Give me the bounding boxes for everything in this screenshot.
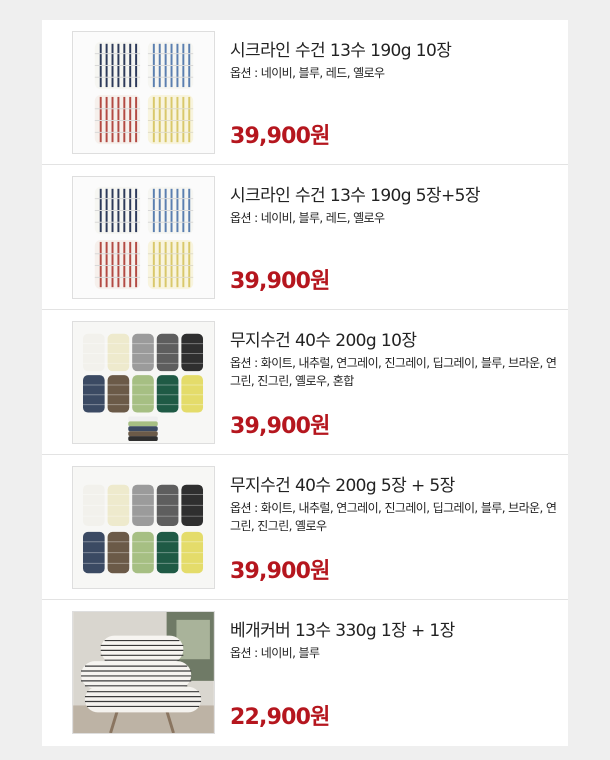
product-thumbnail[interactable] [72,611,215,734]
product-thumbnail[interactable] [72,31,215,154]
striped-towel-image [73,32,214,153]
striped-towel-image [73,177,214,298]
pillow-middle [81,661,192,689]
pillow-top [100,635,184,664]
pillow-bottom [84,686,202,713]
towel-row-top [83,333,204,372]
towel-stack-red [94,239,141,290]
product-title[interactable]: 무지수건 40수 200g 10장 [230,326,558,351]
product-thumbnail[interactable] [72,321,215,444]
product-title[interactable]: 시크라인 수건 13수 190g 10장 [230,36,558,61]
product-price: 39,900원 [230,124,330,149]
product-price: 39,900원 [230,269,330,294]
product-options: 옵션 : 네이비, 블루, 레드, 옐로우 [230,66,385,80]
towel-row-middle [83,375,204,413]
product-thumbnail[interactable] [72,176,215,299]
product-list: 시크라인 수건 13수 190g 10장 옵션 : 네이비, 블루, 레드, 옐… [42,20,568,746]
product-item[interactable]: 무지수건 40수 200g 5장 + 5장 옵션 : 화이트, 내추럴, 연그레… [42,455,568,600]
product-options: 옵션 : 화이트, 내추럴, 연그레이, 진그레이, 딥그레이, 블루, 브라운… [230,356,557,388]
product-title[interactable]: 시크라인 수건 13수 190g 5장+5장 [230,181,558,206]
towel-mixed-stack [128,416,158,442]
product-price: 39,900원 [230,414,330,439]
solid-towel-image [73,467,214,588]
product-options: 옵션 : 화이트, 내추럴, 연그레이, 진그레이, 딥그레이, 블루, 브라운… [230,501,557,533]
towel-stack-navy [94,186,141,235]
product-item[interactable]: 무지수건 40수 200g 10장 옵션 : 화이트, 내추럴, 연그레이, 진… [42,310,568,455]
product-price: 22,900원 [230,705,330,730]
product-item[interactable]: 시크라인 수건 13수 190g 5장+5장 옵션 : 네이비, 블루, 레드,… [42,165,568,310]
product-item[interactable]: 베개커버 13수 330g 1장 + 1장 옵션 : 네이비, 블루 22,90… [42,600,568,745]
product-title[interactable]: 베개커버 13수 330g 1장 + 1장 [230,616,558,641]
towel-stack-red [94,94,141,145]
towel-stack-blue [147,41,194,90]
towel-stack-yellow [147,94,194,145]
striped-pillow-image [73,612,214,733]
product-item[interactable]: 시크라인 수건 13수 190g 10장 옵션 : 네이비, 블루, 레드, 옐… [42,20,568,165]
product-options: 옵션 : 네이비, 블루, 레드, 옐로우 [230,211,385,225]
product-options: 옵션 : 네이비, 블루 [230,646,320,660]
product-title[interactable]: 무지수건 40수 200g 5장 + 5장 [230,471,558,496]
product-thumbnail[interactable] [72,466,215,589]
towel-stack-yellow [147,239,194,290]
towel-stack-navy [94,41,141,90]
towel-stack-blue [147,186,194,235]
solid-towel-image [73,322,214,443]
product-price: 39,900원 [230,559,330,584]
